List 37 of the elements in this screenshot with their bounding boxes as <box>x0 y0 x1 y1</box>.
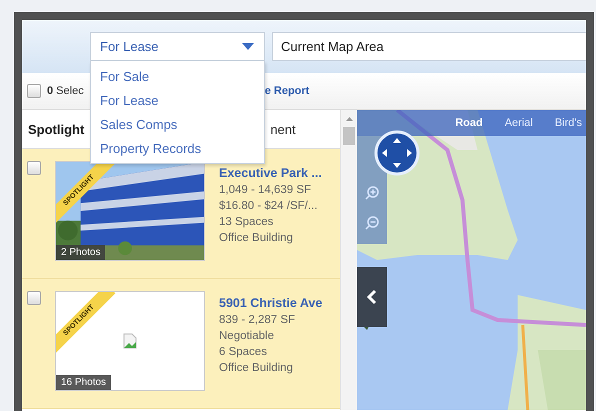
photo-count: 2 Photos <box>56 245 106 260</box>
listing-title[interactable]: 5901 Christie Ave <box>219 296 322 310</box>
collapse-button[interactable] <box>357 267 387 327</box>
listing-checkbox[interactable] <box>27 161 41 175</box>
scrollbar[interactable] <box>340 110 357 410</box>
listing-detail: 13 Spaces <box>219 215 274 230</box>
selected-count: 0 Selec <box>47 85 84 97</box>
select-all-checkbox[interactable] <box>27 84 41 98</box>
listing-detail: Negotiable <box>219 329 275 344</box>
zoom-out-icon[interactable] <box>365 216 379 230</box>
listing-type-dropdown[interactable]: For Lease <box>90 32 265 61</box>
listing-title[interactable]: Executive Park ... <box>219 166 322 180</box>
listing-detail: 1,049 - 14,639 SF <box>219 183 312 198</box>
listing-checkbox[interactable] <box>27 291 41 305</box>
menu-item[interactable]: For Sale <box>91 65 264 89</box>
listing-detail: 839 - 2,287 SF <box>219 313 296 328</box>
scroll-thumb[interactable] <box>343 127 355 145</box>
column-header[interactable]: Spotlight <box>28 122 84 136</box>
listing-detail: $16.80 - $24 /SF/... <box>219 199 318 214</box>
column-header[interactable]: nent <box>270 122 296 136</box>
report-link[interactable]: e Report <box>264 85 310 97</box>
menu-item[interactable]: Sales Comps <box>91 113 264 137</box>
listing-detail: Office Building <box>219 361 294 376</box>
caret-icon <box>242 43 254 50</box>
map-type-tab[interactable]: Bird's <box>554 117 582 129</box>
scroll-up-icon[interactable] <box>346 117 352 121</box>
pan-control-icon[interactable] <box>374 130 420 176</box>
photo-count: 16 Photos <box>56 375 112 390</box>
listing-detail: Office Building <box>219 231 294 246</box>
location-field[interactable]: Current Map Area <box>272 32 586 61</box>
broken-image-icon <box>123 333 137 349</box>
chevron-left-icon <box>367 289 377 305</box>
map-type-tab[interactable]: Aerial <box>504 117 533 129</box>
listing-detail: 6 Spaces <box>219 345 268 360</box>
zoom-in-icon[interactable] <box>365 186 379 200</box>
map-type-tab[interactable]: Road <box>455 117 483 129</box>
menu-item[interactable]: For Lease <box>91 89 264 113</box>
